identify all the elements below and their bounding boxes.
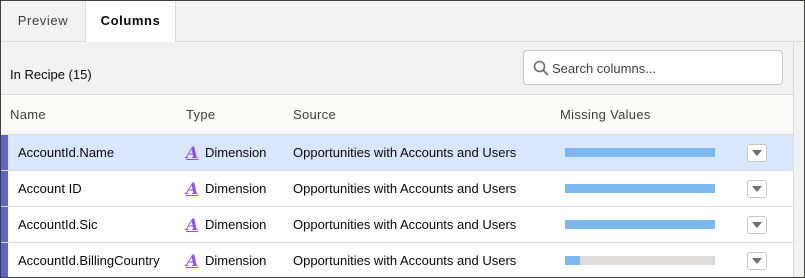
tab-bar: Preview Columns	[1, 1, 804, 43]
column-source: Opportunities with Accounts and Users	[293, 145, 517, 160]
dimension-type-icon: A	[186, 215, 199, 234]
chevron-down-icon	[752, 150, 762, 156]
type-label: Dimension	[205, 217, 267, 232]
vertical-scrollbar[interactable]	[793, 42, 804, 277]
search-icon	[533, 60, 549, 76]
column-source: Opportunities with Accounts and Users	[293, 181, 517, 196]
header-missing-values[interactable]: Missing Values	[560, 95, 651, 135]
missing-values-bar	[565, 184, 715, 193]
dimension-type-icon: A	[186, 143, 199, 162]
column-source: Opportunities with Accounts and Users	[293, 217, 517, 232]
tab-preview[interactable]: Preview	[1, 1, 85, 42]
type-label: Dimension	[205, 253, 267, 268]
column-name: AccountId.Sic	[18, 217, 98, 232]
missing-values-fill	[565, 256, 580, 265]
missing-values-bar	[565, 220, 715, 229]
header-source[interactable]: Source	[293, 95, 336, 135]
missing-values-bar	[565, 256, 715, 265]
column-name: AccountId.BillingCountry	[18, 253, 160, 268]
table-header: Name Type Source Missing Values	[1, 95, 804, 135]
missing-values-bar	[565, 148, 715, 157]
chevron-down-icon	[752, 186, 762, 192]
row-actions-button[interactable]	[747, 144, 767, 162]
header-type[interactable]: Type	[186, 95, 215, 135]
chevron-down-icon	[752, 258, 762, 264]
columns-toolbar: In Recipe (15)	[1, 42, 804, 95]
tab-columns[interactable]: Columns	[85, 1, 176, 43]
recipe-columns-panel: Preview Columns In Recipe (15) Name Type…	[0, 0, 805, 278]
search-box[interactable]	[523, 50, 783, 85]
row-marker	[1, 207, 8, 242]
table-row[interactable]: Account ID A Dimension Opportunities wit…	[1, 171, 804, 207]
dimension-type-icon: A	[186, 179, 199, 198]
row-actions-button[interactable]	[747, 180, 767, 198]
missing-values-fill	[565, 148, 715, 157]
dimension-type-icon: A	[186, 251, 199, 270]
row-actions-button[interactable]	[747, 252, 767, 270]
search-input[interactable]	[552, 57, 776, 79]
row-actions-button[interactable]	[747, 216, 767, 234]
type-label: Dimension	[205, 145, 267, 160]
missing-values-fill	[565, 184, 715, 193]
row-marker	[1, 135, 8, 170]
column-name: Account ID	[18, 181, 82, 196]
table-row[interactable]: AccountId.Name A Dimension Opportunities…	[1, 135, 804, 171]
missing-values-fill	[565, 220, 715, 229]
table-row[interactable]: AccountId.BillingCountry A Dimension Opp…	[1, 243, 804, 277]
table-row[interactable]: AccountId.Sic A Dimension Opportunities …	[1, 207, 804, 243]
column-name: AccountId.Name	[18, 145, 115, 160]
type-label: Dimension	[205, 181, 267, 196]
chevron-down-icon	[752, 222, 762, 228]
row-marker	[1, 243, 8, 277]
header-name[interactable]: Name	[10, 95, 46, 135]
column-source: Opportunities with Accounts and Users	[293, 253, 517, 268]
row-marker	[1, 171, 8, 206]
in-recipe-count: In Recipe (15)	[10, 67, 92, 82]
columns-table-body: AccountId.Name A Dimension Opportunities…	[1, 135, 804, 277]
